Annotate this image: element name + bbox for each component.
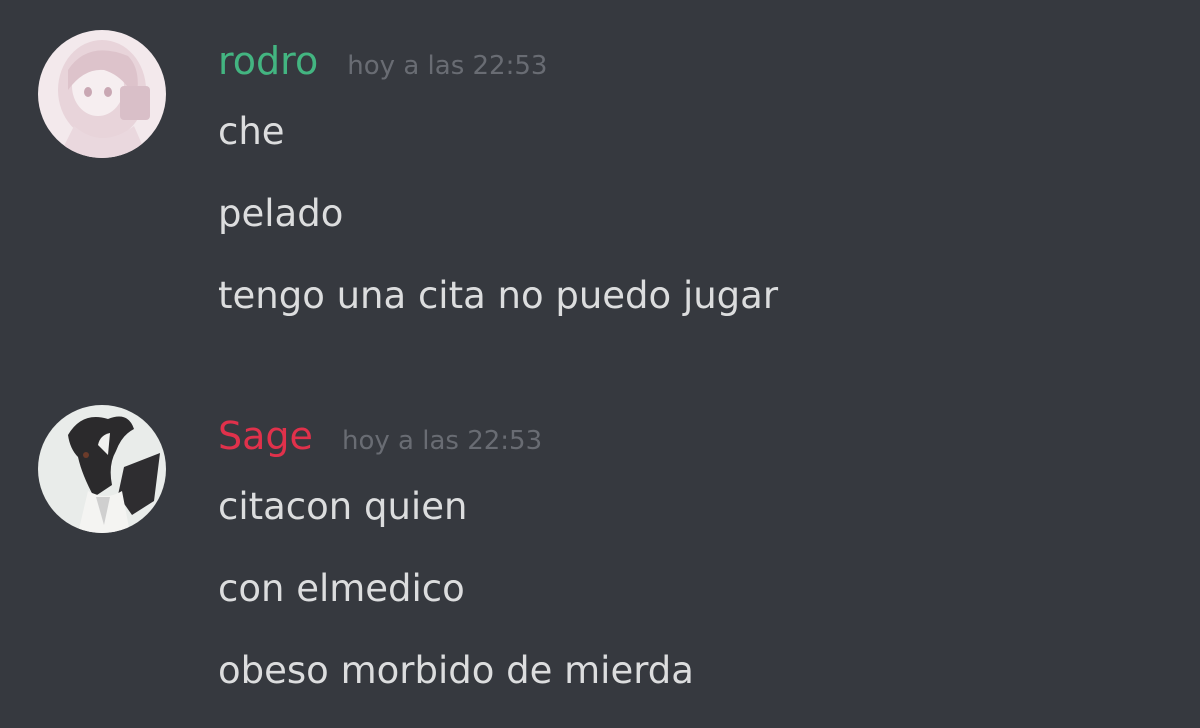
user-avatar[interactable] xyxy=(38,405,166,533)
message-text: che xyxy=(218,110,285,153)
user-avatar[interactable] xyxy=(38,30,166,158)
message-text: obeso morbido de mierda xyxy=(218,649,694,692)
message-text: citacon quien xyxy=(218,485,468,528)
username[interactable]: rodro xyxy=(218,36,318,86)
timestamp: hoy a las 22:53 xyxy=(342,426,543,456)
message-header: Sage hoy a las 22:53 xyxy=(218,411,542,461)
timestamp: hoy a las 22:53 xyxy=(347,51,548,81)
username[interactable]: Sage xyxy=(218,411,313,461)
anime-girl-avatar-icon xyxy=(38,30,166,158)
chat-messages: rodro hoy a las 22:53 che pelado tengo u… xyxy=(0,0,1200,728)
anime-character-avatar-icon xyxy=(38,405,166,533)
message-text: con elmedico xyxy=(218,567,465,610)
message-text: pelado xyxy=(218,192,344,235)
message-header: rodro hoy a las 22:53 xyxy=(218,36,547,86)
message-text: tengo una cita no puedo jugar xyxy=(218,274,779,317)
